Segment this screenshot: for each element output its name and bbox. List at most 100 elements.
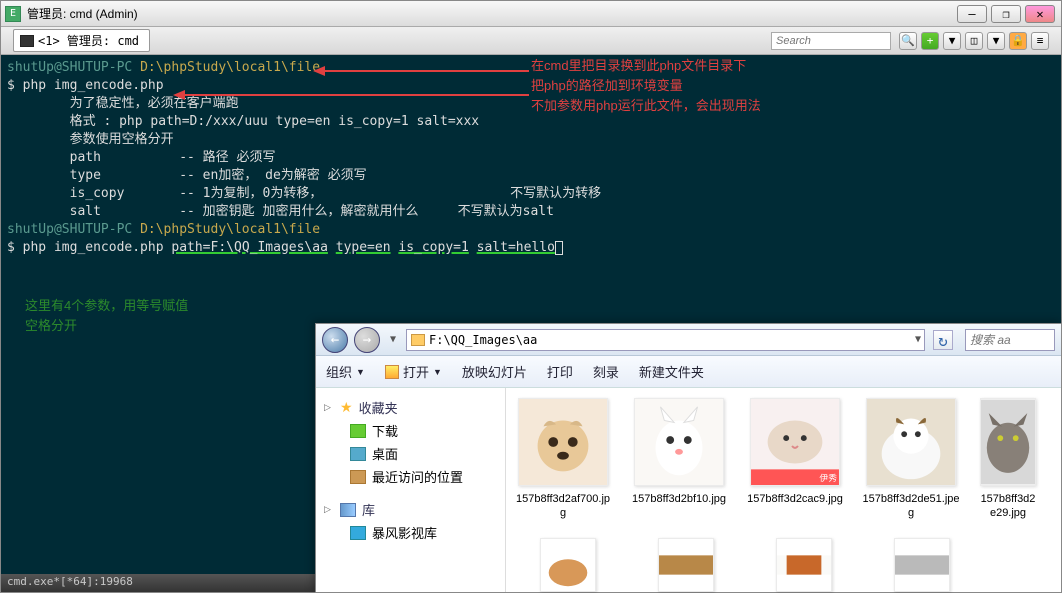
cursor [555,241,563,255]
command-2-prefix: php img_encode.php [23,240,172,255]
terminal-toolbar: <1> 管理员: cmd 🔍 + ▼ ◫ ▼ 🔒 ≡ [1,27,1061,55]
close-button[interactable]: ✕ [1025,5,1055,23]
open-label: 打开 [403,362,429,381]
param-iscopy: is_copy=1 [398,240,468,255]
output-line: is_copy -- 1为复制，0为转移， 不写默认为转移 [70,186,602,201]
explorer-nav: ← → ▼ F:\QQ_Images\aa ▼ ↻ [316,324,1061,356]
layout-icon[interactable]: ◫ [965,32,983,50]
svg-text:伊秀: 伊秀 [819,472,837,483]
address-bar[interactable]: F:\QQ_Images\aa [406,329,925,351]
thumbnail-partial[interactable] [776,538,832,592]
settings-icon[interactable]: ▼ [987,32,1005,50]
thumbnail [980,398,1036,486]
output-line: path -- 路径 必须写 [70,150,276,165]
downloads-label: 下载 [372,421,398,440]
toolbar-icons: 🔍 + ▼ ◫ ▼ 🔒 ≡ [899,32,1049,50]
window-title: 管理员: cmd (Admin) [27,5,138,22]
newfolder-button[interactable]: 新建文件夹 [639,362,704,381]
thumbnail-partial[interactable] [540,538,596,592]
search-icon[interactable]: 🔍 [899,32,917,50]
file-item[interactable]: 157b8ff3d2e29.jpg [978,398,1038,582]
sidebar-library[interactable]: ▷库 [320,498,501,521]
window-buttons: — ❐ ✕ [957,5,1055,23]
explorer-toolbar: 组织 ▼ 打开 ▼ 放映幻灯片 打印 刻录 新建文件夹 [316,356,1061,388]
nav-history-dropdown[interactable]: ▼ [386,334,400,345]
desktop-icon [350,447,366,461]
explorer-window: ← → ▼ F:\QQ_Images\aa ▼ ↻ 组织 ▼ 打开 ▼ 放映幻灯… [315,323,1062,593]
maximize-button[interactable]: ❐ [991,5,1021,23]
output-line: 为了稳定性，必须在客户端跑 [70,96,239,111]
prompt-path: D:\phpStudy\local1\file [140,222,320,237]
dropdown-icon[interactable]: ▼ [943,32,961,50]
burn-button[interactable]: 刻录 [593,362,619,381]
annotation-4: 这里有4个参数，用等号赋值 [25,297,188,315]
file-name: 157b8ff3d2cac9.jpg [747,492,843,506]
thumbnail [518,398,608,486]
file-name: 157b8ff3d2e29.jpg [978,492,1038,520]
videolib-label: 暴风影视库 [372,523,437,542]
param-path: path=F:\QQ_Images\aa [171,240,328,255]
library-label: 库 [362,500,375,519]
forward-button[interactable]: → [354,327,380,353]
output-line: salt -- 加密钥匙 加密用什么，解密就用什么 不写默认为salt [70,204,554,219]
file-name: 157b8ff3d2bf10.jpg [632,492,726,506]
tab-icon [20,35,34,47]
video-icon [350,526,366,540]
open-icon [385,365,399,379]
file-name: 157b8ff3d2de51.jpeg [862,492,960,520]
sidebar-favorites[interactable]: ▷★收藏夹 [320,396,501,419]
refresh-button[interactable]: ↻ [933,330,953,350]
param-type: type=en [336,240,391,255]
app-icon: E [5,6,21,22]
annotation-5: 空格分开 [25,317,77,335]
favorites-label: 收藏夹 [359,398,398,417]
thumbnail [866,398,956,486]
annotation-1: 在cmd里把目录换到此php文件目录下 [531,57,746,75]
prompt-user: shutUp@SHUTUP-PC [7,222,140,237]
thumbnail-partial[interactable] [658,538,714,592]
library-icon [340,503,356,517]
prompt-symbol: $ [7,78,23,93]
sidebar-recent[interactable]: 最近访问的位置 [320,465,501,488]
terminal-tab[interactable]: <1> 管理员: cmd [13,29,150,52]
output-line: 参数使用空格分开 [70,132,174,147]
titlebar: E 管理员: cmd (Admin) — ❐ ✕ [1,1,1061,27]
recent-label: 最近访问的位置 [372,467,463,486]
open-button[interactable]: 打开 ▼ [385,362,442,381]
output-line: type -- en加密， de为解密 必须写 [70,168,367,183]
slideshow-button[interactable]: 放映幻灯片 [462,362,527,381]
address-dropdown-icon[interactable]: ▼ [915,334,921,345]
back-button[interactable]: ← [322,327,348,353]
minimize-button[interactable]: — [957,5,987,23]
sidebar-videolib[interactable]: 暴风影视库 [320,521,501,544]
add-tab-button[interactable]: + [921,32,939,50]
status-text: cmd.exe*[*64]:19968 [7,575,133,588]
command-1: php img_encode.php [23,78,164,93]
print-button[interactable]: 打印 [547,362,573,381]
output-line: 格式 : php path=D:/xxx/uuu type=en is_copy… [70,114,480,129]
prompt-user: shutUp@SHUTUP-PC [7,60,140,75]
star-icon: ★ [340,399,353,416]
param-salt: salt=hello [477,240,555,255]
download-icon [350,424,366,438]
organize-label: 组织 [326,362,352,381]
lock-icon[interactable]: 🔒 [1009,32,1027,50]
recent-icon [350,470,366,484]
tab-label: <1> 管理员: cmd [38,32,139,49]
thumbnail [634,398,724,486]
desktop-label: 桌面 [372,444,398,463]
thumbnail-partial[interactable] [894,538,950,592]
sidebar-desktop[interactable]: 桌面 [320,442,501,465]
search-input[interactable] [771,32,891,50]
folder-icon [411,334,425,346]
prompt-path: D:\phpStudy\local1\file [140,60,320,75]
sidebar-downloads[interactable]: 下载 [320,419,501,442]
address-text: F:\QQ_Images\aa [429,333,537,347]
menu-icon[interactable]: ≡ [1031,32,1049,50]
file-name: 157b8ff3d2af700.jpg [514,492,612,520]
explorer-search-input[interactable] [965,329,1055,351]
thumbnail: 伊秀 [750,398,840,486]
partial-row [540,538,950,592]
annotation-3: 不加参数用php运行此文件，会出现用法 [531,97,761,115]
organize-button[interactable]: 组织 ▼ [326,362,365,381]
